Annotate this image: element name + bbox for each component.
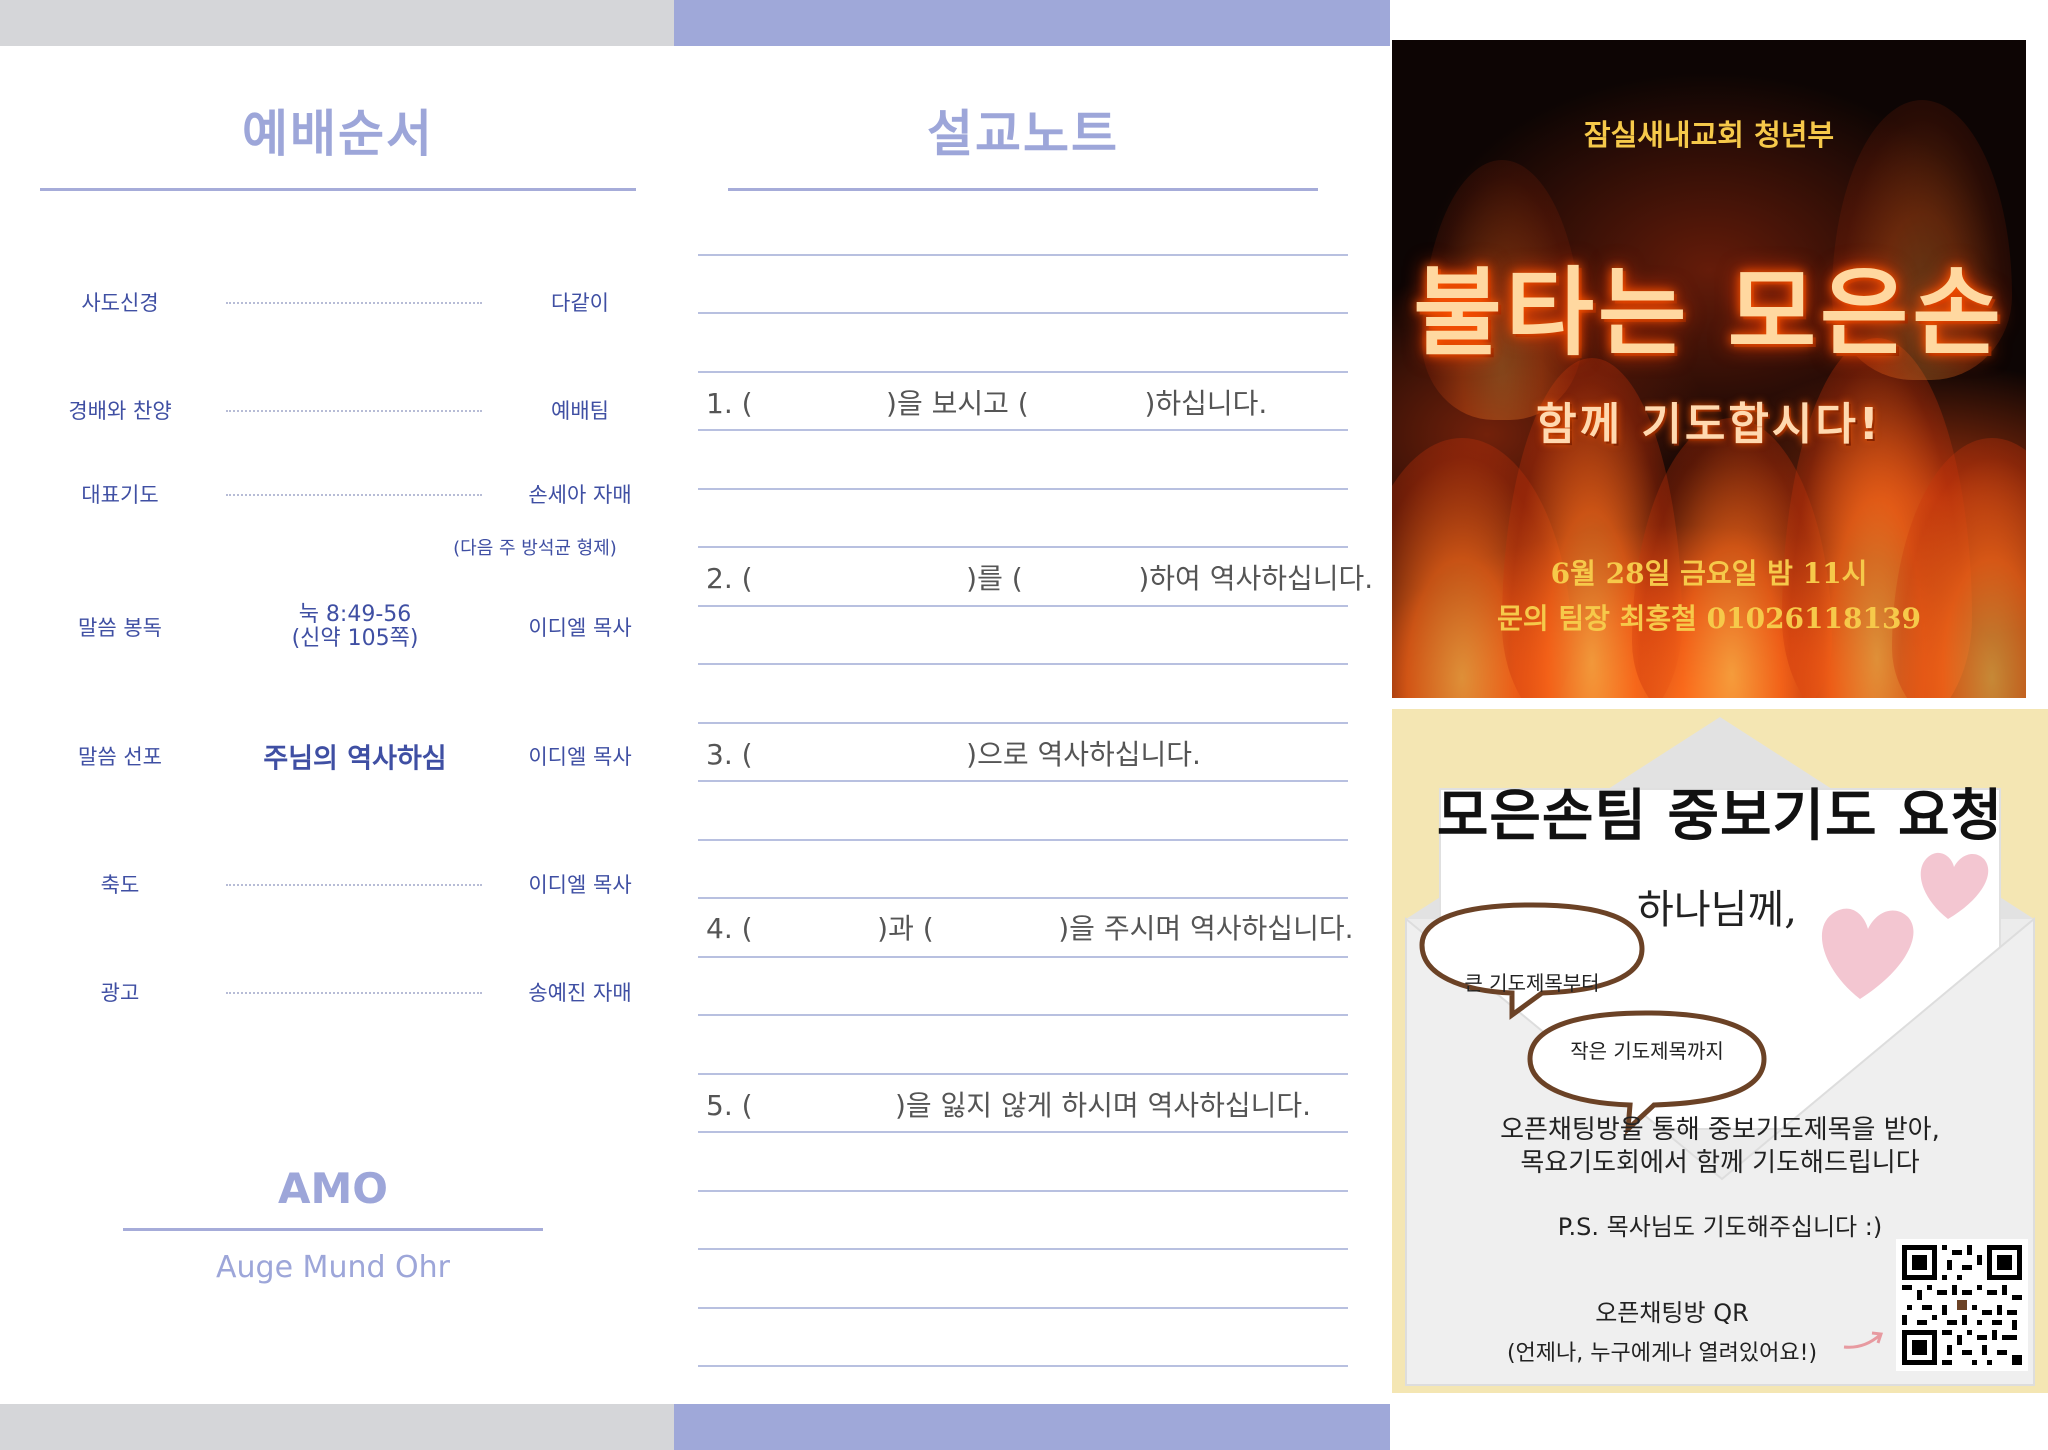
- dotted-leader: [226, 494, 482, 496]
- note-line: [698, 663, 1348, 665]
- order-of-worship-title-underline: [40, 188, 636, 191]
- dotted-leader: [226, 410, 482, 412]
- worship-row-benediction: 축도 이디엘 목사: [40, 854, 640, 914]
- prayer-card-body-line-2: 목요기도회에서 함께 기도해드립니다: [1520, 1148, 1920, 1178]
- worship-row-sermon: 말씀 선포 주님의 역사하심 이디엘 목사: [40, 726, 640, 786]
- qr-label: 오픈채팅방 QR: [1595, 1299, 1749, 1327]
- note-line: [698, 546, 1348, 548]
- worship-row-label: 말씀 선포: [78, 745, 162, 769]
- qr-code[interactable]: [1896, 1239, 2028, 1371]
- dotted-leader: [226, 302, 482, 304]
- sermon-note-item-1: 1. ( )을 보시고 ( )하십니다.: [706, 387, 1268, 420]
- note-line: [698, 956, 1348, 958]
- worship-row-prayer: 대표기도 손세아 자매: [40, 464, 640, 524]
- worship-row-leader: 예배팀: [551, 399, 609, 423]
- worship-row-label: 광고: [100, 981, 140, 1005]
- prayer-card-title: 모은손팀 중보기도 요청: [1436, 784, 2004, 849]
- note-line: [698, 254, 1348, 256]
- worship-row-label: 축도: [100, 873, 140, 897]
- prayer-request-card: 모은손팀 중보기도 요청 하나님께, 큰 기도제목부터 작은 기도제목까지 오픈…: [1392, 709, 2048, 1393]
- flyer-date: 6월 28일 금요일 밤 11시: [1550, 557, 1868, 590]
- note-line: [698, 312, 1348, 314]
- amo-subtitle: Auge Mund Ohr: [215, 1250, 451, 1285]
- sermon-note-item-5: 5. ( )을 잃지 않게 하시며 역사하십니다.: [706, 1089, 1312, 1122]
- note-line: [698, 1131, 1348, 1133]
- worship-row-leader: 이디엘 목사: [528, 616, 632, 640]
- note-line: [698, 1365, 1348, 1367]
- sermon-note-item-3: 3. ( )으로 역사하십니다.: [706, 738, 1201, 771]
- flyer-title: 불타는 모은손: [1413, 257, 2005, 369]
- letter-greeting: 하나님께,: [1637, 887, 1797, 933]
- prayer-card-ps: P.S. 목사님도 기도해주십니다 :): [1557, 1213, 1883, 1241]
- amo-underline: [123, 1228, 543, 1231]
- note-line: [698, 1073, 1348, 1075]
- sermon-title: 주님의 역사하심: [263, 743, 447, 775]
- worship-row-label: 경배와 찬양: [68, 399, 172, 423]
- worship-row-leader: 손세아 자매: [528, 483, 632, 507]
- flyer-contact: 문의 팀장 최홍철 01026118139: [1497, 602, 1921, 635]
- note-line: [698, 1307, 1348, 1309]
- order-of-worship-title: 예배순서: [242, 105, 434, 163]
- note-line: [698, 780, 1348, 782]
- sermon-note-item-4: 4. ( )과 ( )을 주시며 역사하십니다.: [706, 912, 1354, 945]
- note-line: [698, 605, 1348, 607]
- prayer-card-body-line-1: 오픈채팅방을 통해 중보기도제목을 받아,: [1500, 1115, 1940, 1145]
- next-week-note: (다음 주 방석균 형제): [453, 538, 617, 559]
- top-bar-blue: [674, 0, 1390, 46]
- worship-row-label: 사도신경: [81, 291, 159, 315]
- note-line: [698, 371, 1348, 373]
- bottom-bar-blue: [674, 1404, 1390, 1450]
- amo-title: AMO: [277, 1164, 388, 1213]
- note-line: [698, 1190, 1348, 1192]
- speech-bubble-text-2: 작은 기도제목까지: [1570, 1039, 1724, 1063]
- worship-row-label: 말씀 봉독: [78, 616, 162, 640]
- qr-code-icon: [1902, 1245, 2022, 1365]
- worship-row-praise: 경배와 찬양 예배팀: [40, 380, 640, 440]
- top-bar-gray: [0, 0, 674, 46]
- worship-row-leader: 송예진 자매: [528, 981, 632, 1005]
- worship-row-leader: 다같이: [551, 291, 609, 315]
- bottom-bar-gray: [0, 1404, 674, 1450]
- note-line: [698, 839, 1348, 841]
- note-line: [698, 429, 1348, 431]
- scripture-page: (신약 105쪽): [291, 626, 419, 651]
- dotted-leader: [226, 884, 482, 886]
- sermon-note-item-2: 2. ( )를 ( )하여 역사하십니다.: [706, 562, 1374, 595]
- qr-note: (언제나, 누구에게나 열려있어요!): [1506, 1341, 1818, 1366]
- note-line: [698, 488, 1348, 490]
- worship-row-leader: 이디엘 목사: [528, 745, 632, 769]
- note-line: [698, 1014, 1348, 1016]
- scripture-verse: 눅 8:49-56: [298, 602, 412, 627]
- note-line: [698, 897, 1348, 899]
- worship-row-scripture-reading: 말씀 봉독 눅 8:49-56 (신약 105쪽) 이디엘 목사: [40, 598, 640, 656]
- dotted-leader: [226, 992, 482, 994]
- speech-bubble-text-1: 큰 기도제목부터: [1464, 971, 1600, 995]
- worship-row-announcements: 광고 송예진 자매: [40, 962, 640, 1022]
- flyer-church-name: 잠실새내교회 청년부: [1583, 118, 1835, 152]
- sermon-notes-title: 설교노트: [927, 105, 1119, 163]
- worship-row-apostles-creed: 사도신경 다같이: [40, 272, 640, 332]
- flyer-subtitle: 함께 기도합시다!: [1536, 399, 1882, 450]
- prayer-meeting-flyer: 잠실새내교회 청년부 불타는 모은손 함께 기도합시다! 6월 28일 금요일 …: [1392, 40, 2026, 698]
- worship-row-label: 대표기도: [81, 483, 159, 507]
- sermon-notes-title-underline: [728, 188, 1318, 191]
- scripture-reference: 눅 8:49-56 (신약 105쪽): [230, 603, 480, 651]
- note-line: [698, 1248, 1348, 1250]
- note-line: [698, 722, 1348, 724]
- worship-row-leader: 이디엘 목사: [528, 873, 632, 897]
